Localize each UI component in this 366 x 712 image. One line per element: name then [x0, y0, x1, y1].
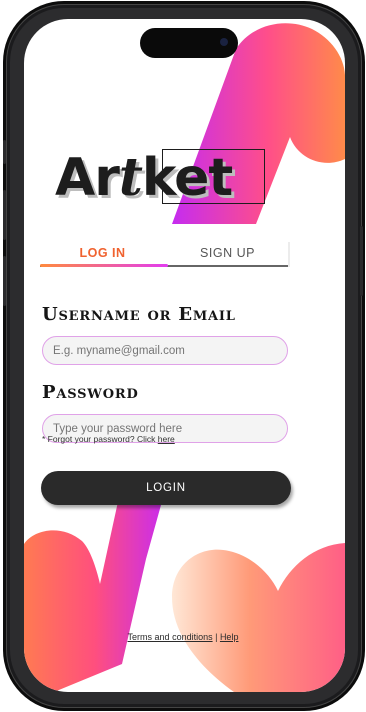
username-field[interactable]	[42, 336, 288, 365]
tab-sign-up[interactable]: SIGN UP	[165, 242, 290, 264]
logo-text-italic: t	[118, 147, 143, 208]
forgot-password-link[interactable]: here	[158, 434, 175, 444]
logo-text-start: Ar	[55, 148, 120, 208]
camera-icon	[220, 38, 228, 46]
action-button	[3, 140, 6, 164]
login-button[interactable]: LOGIN	[41, 471, 291, 505]
username-label: Username or Email	[42, 304, 236, 325]
forgot-password-text: * Forgot your password? Click here	[42, 434, 175, 444]
password-label: Password	[42, 382, 139, 403]
terms-link[interactable]: Terms and conditions	[128, 632, 213, 642]
bottom-left-gradient-stroke	[24, 474, 166, 692]
auth-tabs: LOG IN SIGN UP	[40, 242, 290, 267]
volume-up-button	[3, 190, 6, 240]
help-link[interactable]: Help	[220, 632, 239, 642]
footer-separator: |	[212, 632, 220, 642]
power-button	[360, 226, 363, 296]
footer-links: Terms and conditions | Help	[0, 632, 366, 642]
dynamic-island	[140, 28, 238, 58]
tab-log-in[interactable]: LOG IN	[40, 242, 165, 264]
forgot-prefix: * Forgot your password? Click	[42, 434, 158, 444]
bottom-right-heart-shape	[172, 543, 345, 692]
tab-active-indicator	[40, 264, 168, 267]
tab-edge	[288, 242, 290, 267]
logo-box-frame	[162, 149, 265, 204]
volume-down-button	[3, 256, 6, 306]
